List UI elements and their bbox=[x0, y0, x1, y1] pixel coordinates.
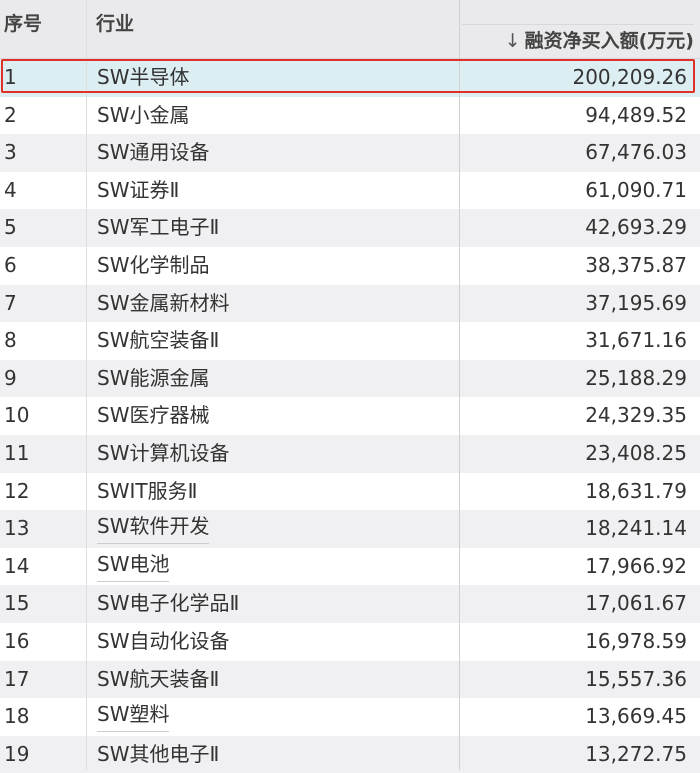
row-index: 14 bbox=[4, 553, 30, 578]
row-value: 200,209.26 bbox=[572, 65, 687, 89]
table-row[interactable]: 18 SW塑料 13,669.45 bbox=[0, 698, 700, 736]
row-industry[interactable]: SW小金属 bbox=[97, 97, 189, 134]
table-row[interactable]: 16 SW自动化设备 16,978.59 bbox=[0, 623, 700, 661]
row-industry[interactable]: SW电池 bbox=[97, 548, 170, 582]
table-row[interactable]: 2 SW小金属 94,489.52 bbox=[0, 97, 700, 135]
row-index: 16 bbox=[4, 628, 30, 653]
column-divider-index bbox=[86, 0, 87, 770]
row-value: 94,489.52 bbox=[585, 102, 687, 127]
row-value: 18,631.79 bbox=[585, 478, 687, 503]
row-industry[interactable]: SWIT服务Ⅱ bbox=[97, 473, 197, 510]
table-row[interactable]: 12 SWIT服务Ⅱ 18,631.79 bbox=[0, 473, 700, 511]
table-row[interactable]: 4 SW证券Ⅱ 61,090.71 bbox=[0, 172, 700, 210]
table-row[interactable]: 1 SW半导体 200,209.26 bbox=[0, 59, 700, 97]
row-value: 25,188.29 bbox=[585, 365, 687, 390]
row-industry[interactable]: SW半导体 bbox=[97, 59, 189, 96]
row-industry[interactable]: SW软件开发 bbox=[97, 510, 210, 545]
row-index: 15 bbox=[4, 591, 30, 616]
row-index: 5 bbox=[4, 215, 17, 240]
row-index: 6 bbox=[4, 252, 17, 277]
row-value: 17,061.67 bbox=[585, 591, 687, 616]
table-row[interactable]: 8 SW航空装备Ⅱ 31,671.16 bbox=[0, 322, 700, 360]
row-industry[interactable]: SW金属新材料 bbox=[97, 285, 229, 322]
sort-desc-icon[interactable]: ↓ bbox=[505, 30, 521, 52]
row-index: 11 bbox=[4, 440, 30, 465]
row-index: 8 bbox=[4, 328, 17, 353]
row-industry[interactable]: SW航空装备Ⅱ bbox=[97, 322, 219, 359]
row-index: 3 bbox=[4, 140, 17, 165]
row-industry[interactable]: SW电子化学品Ⅱ bbox=[97, 585, 239, 622]
column-header-net-buy-label: 融资净买入额(万元) bbox=[524, 30, 694, 52]
table-row[interactable]: 15 SW电子化学品Ⅱ 17,061.67 bbox=[0, 585, 700, 623]
row-industry[interactable]: SW医疗器械 bbox=[97, 397, 209, 434]
row-index: 7 bbox=[4, 290, 17, 315]
row-value: 13,669.45 bbox=[585, 704, 687, 729]
row-index: 2 bbox=[4, 102, 17, 127]
table-row[interactable]: 7 SW金属新材料 37,195.69 bbox=[0, 284, 700, 323]
row-industry[interactable]: SW能源金属 bbox=[97, 360, 209, 397]
row-industry[interactable]: SW证券Ⅱ bbox=[97, 172, 179, 209]
table-row[interactable]: 17 SW航天装备Ⅱ 15,557.36 bbox=[0, 660, 700, 699]
row-index: 17 bbox=[4, 666, 30, 691]
row-value: 31,671.16 bbox=[585, 328, 687, 353]
row-value: 23,408.25 bbox=[585, 440, 687, 465]
table-row[interactable]: 9 SW能源金属 25,188.29 bbox=[0, 359, 700, 398]
row-industry[interactable]: SW航天装备Ⅱ bbox=[97, 661, 219, 698]
column-header-industry[interactable]: 行业 bbox=[96, 9, 134, 36]
row-industry[interactable]: SW通用设备 bbox=[97, 134, 209, 171]
row-industry[interactable]: SW计算机设备 bbox=[97, 435, 229, 472]
row-value: 24,329.35 bbox=[585, 403, 687, 428]
table-row[interactable]: 19 SW其他电子Ⅱ 13,272.75 bbox=[0, 735, 700, 773]
row-value: 42,693.29 bbox=[585, 215, 687, 240]
table-row[interactable]: 3 SW通用设备 67,476.03 bbox=[0, 134, 700, 172]
row-industry[interactable]: SW塑料 bbox=[97, 698, 170, 733]
row-index: 19 bbox=[4, 741, 30, 766]
row-value: 61,090.71 bbox=[585, 177, 687, 202]
row-value: 13,272.75 bbox=[585, 741, 687, 766]
table-row[interactable]: 5 SW军工电子Ⅱ 42,693.29 bbox=[0, 209, 700, 247]
row-value: 15,557.36 bbox=[585, 666, 687, 691]
row-industry[interactable]: SW其他电子Ⅱ bbox=[97, 736, 219, 773]
row-index: 13 bbox=[4, 516, 30, 541]
row-index: 1 bbox=[4, 65, 17, 89]
table-row[interactable]: 13 SW软件开发 18,241.14 bbox=[0, 510, 700, 548]
row-index: 10 bbox=[4, 403, 30, 428]
row-industry[interactable]: SW化学制品 bbox=[97, 247, 209, 284]
table-row[interactable]: 6 SW化学制品 38,375.87 bbox=[0, 247, 700, 285]
table-row[interactable]: 14 SW电池 17,966.92 bbox=[0, 548, 700, 586]
row-value: 38,375.87 bbox=[585, 252, 687, 277]
row-value: 18,241.14 bbox=[585, 516, 687, 541]
column-header-net-buy[interactable]: ↓ 融资净买入额(万元) bbox=[462, 24, 694, 55]
row-index: 12 bbox=[4, 478, 30, 503]
row-value: 67,476.03 bbox=[585, 140, 687, 165]
financing-table: 序号 行业 ↓ 融资净买入额(万元) 1 SW半导体 200,209.26 2 SW小金… bbox=[0, 0, 700, 773]
table-header: 序号 行业 ↓ 融资净买入额(万元) bbox=[0, 0, 700, 59]
table-row[interactable]: 10 SW医疗器械 24,329.35 bbox=[0, 397, 700, 435]
row-value: 17,966.92 bbox=[585, 553, 687, 578]
column-header-index[interactable]: 序号 bbox=[4, 9, 42, 36]
row-industry[interactable]: SW军工电子Ⅱ bbox=[97, 209, 219, 246]
row-value: 16,978.59 bbox=[585, 628, 687, 653]
row-index: 9 bbox=[4, 365, 17, 390]
row-industry[interactable]: SW自动化设备 bbox=[97, 623, 229, 660]
column-divider-industry[interactable] bbox=[459, 0, 460, 770]
row-index: 4 bbox=[4, 177, 17, 202]
table-body: 1 SW半导体 200,209.26 2 SW小金属 94,489.52 3 SW通用设备… bbox=[0, 59, 700, 773]
row-value: 37,195.69 bbox=[585, 290, 687, 315]
row-index: 18 bbox=[4, 704, 30, 729]
table-row[interactable]: 11 SW计算机设备 23,408.25 bbox=[0, 434, 700, 473]
